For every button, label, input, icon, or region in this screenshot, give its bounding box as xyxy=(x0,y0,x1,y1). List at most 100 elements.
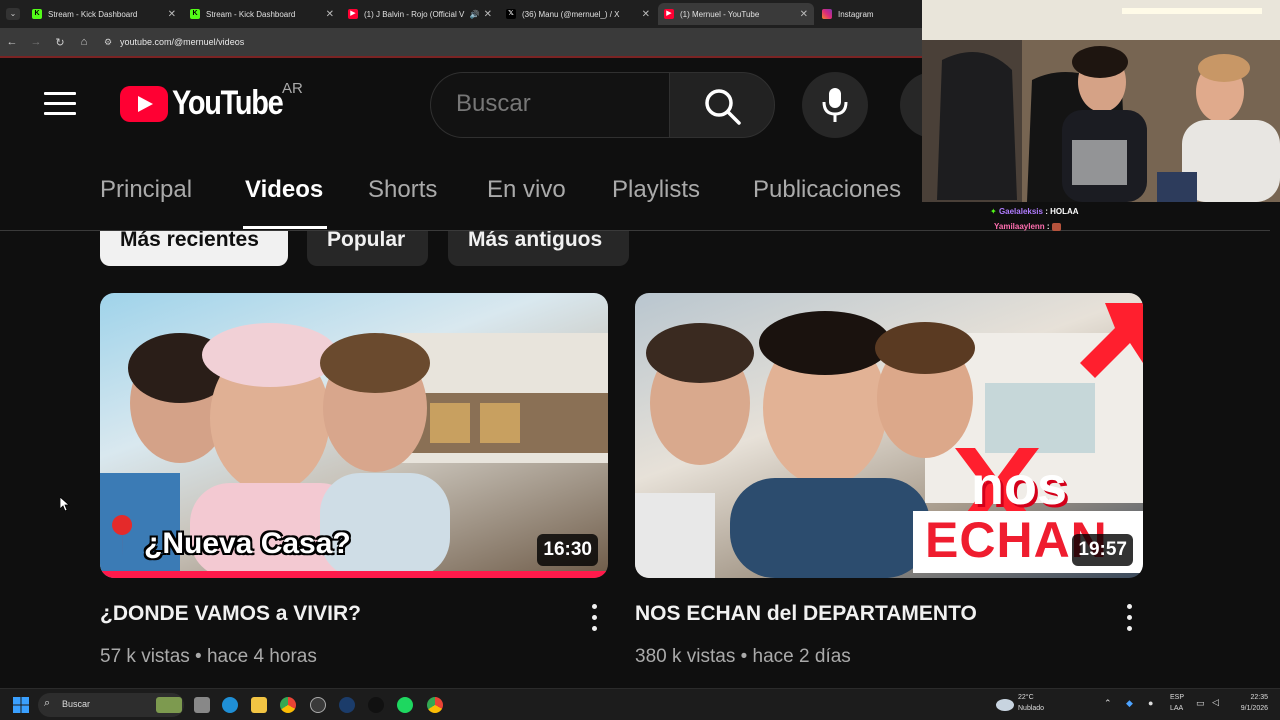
edge-icon[interactable] xyxy=(222,697,238,713)
close-tab-icon[interactable]: ✕ xyxy=(642,9,650,20)
video-title[interactable]: ¿DONDE VAMOS a VIVIR? xyxy=(100,602,361,626)
thumbnail-caption: ¿Nueva Casa? xyxy=(144,527,351,560)
tiktok-icon[interactable] xyxy=(368,697,384,713)
meta-separator: • xyxy=(740,646,753,667)
voice-search-button[interactable] xyxy=(802,72,868,138)
video-duration: 19:57 xyxy=(1072,534,1133,566)
keyboard-layout[interactable]: LAA xyxy=(1170,705,1183,712)
view-count: 380 k vistas xyxy=(635,646,736,667)
upload-age: hace 4 horas xyxy=(206,646,317,667)
search-icon xyxy=(705,89,741,125)
tab-title: Stream - Kick Dashboard xyxy=(48,9,138,19)
close-tab-icon[interactable]: ✕ xyxy=(800,9,808,20)
upload-age: hace 2 días xyxy=(752,646,851,667)
browser-tab-kick-2[interactable]: K Stream - Kick Dashboard ✕ xyxy=(184,3,340,25)
taskbar: ⌕ Buscar 22°C Nublado ⌃ ◆ ● ESP LAA ▭ ◁ … xyxy=(0,688,1280,720)
microphone-tray-icon[interactable]: ● xyxy=(1148,698,1153,708)
video-metadata: 57 k vistas • hace 4 horas xyxy=(100,646,317,668)
instagram-icon xyxy=(822,9,832,19)
video-duration: 16:30 xyxy=(537,534,598,566)
chip-popular[interactable]: Popular xyxy=(307,231,428,266)
taskbar-search-label[interactable]: Buscar xyxy=(62,699,90,709)
video-metadata: 380 k vistas • hace 2 días xyxy=(635,646,851,668)
tab-title: Stream - Kick Dashboard xyxy=(206,9,296,19)
country-code: AR xyxy=(282,80,303,97)
browser-tab-instagram[interactable]: Instagram xyxy=(816,3,922,25)
clock-date[interactable]: 9/1/2026 xyxy=(1228,705,1268,712)
close-tab-icon[interactable]: ✕ xyxy=(168,9,176,20)
browser-tab-jbalvin[interactable]: ▶ (1) J Balvin - Rojo (Official V 🔊 ✕ xyxy=(342,3,498,25)
task-view-icon[interactable] xyxy=(194,697,210,713)
chrome-icon[interactable] xyxy=(280,697,296,713)
steam-icon[interactable] xyxy=(339,697,355,713)
browser-tab-mernuel[interactable]: ▶ (1) Mernuel - YouTube ✕ xyxy=(658,3,814,25)
emote-icon xyxy=(1051,222,1061,231)
youtube-wordmark[interactable]: YouTube xyxy=(172,84,284,123)
chip-mas-recientes[interactable]: Más recientes xyxy=(100,231,288,266)
x-icon: 𝕏 xyxy=(506,9,516,19)
file-explorer-icon[interactable] xyxy=(251,697,267,713)
tab-videos[interactable]: Videos xyxy=(245,176,323,204)
active-tab-indicator xyxy=(243,226,327,229)
kick-icon: K xyxy=(190,9,200,19)
chat-message: Yamilaaylenn : xyxy=(990,219,1079,234)
wifi-icon[interactable]: ▭ xyxy=(1196,698,1205,709)
browser-toolbar: ← → ↻ ⌂ ⚙ youtube.com/@mernuel/videos xyxy=(0,28,922,56)
close-tab-icon[interactable]: ✕ xyxy=(484,9,492,20)
close-tab-icon[interactable]: ✕ xyxy=(326,9,334,20)
video-title[interactable]: NOS ECHAN del DEPARTAMENTO xyxy=(635,602,977,626)
microphone-icon xyxy=(822,88,848,122)
browser-tab-kick-1[interactable]: K Stream - Kick Dashboard ✕ xyxy=(26,3,182,25)
search-button[interactable] xyxy=(669,72,775,138)
url-bar[interactable]: youtube.com/@mernuel/videos xyxy=(120,37,244,47)
chat-username: Yamilaaylenn xyxy=(994,222,1045,231)
more-options-icon[interactable] xyxy=(1127,604,1133,637)
toolbar-divider xyxy=(0,56,922,58)
youtube-icon: ▶ xyxy=(664,9,674,19)
chip-mas-antiguos[interactable]: Más antiguos xyxy=(448,231,629,266)
view-count: 57 k vistas xyxy=(100,646,190,667)
site-info-icon[interactable]: ⚙ xyxy=(96,37,120,48)
menu-icon[interactable] xyxy=(44,92,76,116)
forward-icon[interactable]: → xyxy=(24,36,48,48)
spotify-icon[interactable] xyxy=(397,697,413,713)
webcam-feed xyxy=(922,0,1280,202)
video-thumbnail[interactable]: ¿Nueva Casa? 16:30 xyxy=(100,293,608,578)
volume-icon[interactable]: ◁ xyxy=(1212,697,1219,708)
thumbnail-caption: nos xyxy=(971,456,1068,516)
tab-title: (36) Manu (@mernuel_) / X xyxy=(522,9,620,19)
chrome-profile-icon[interactable] xyxy=(427,697,443,713)
reload-icon[interactable]: ↻ xyxy=(48,36,72,49)
video-thumbnail[interactable]: nos ECHAN 19:57 xyxy=(635,293,1143,578)
badge-icon: ✦ xyxy=(990,207,997,216)
obs-icon[interactable] xyxy=(310,697,326,713)
chat-message: ✦ Gaelaleksis : HOLAA xyxy=(990,207,1079,216)
youtube-logo-icon[interactable] xyxy=(120,86,168,122)
tab-title: Instagram xyxy=(838,9,874,19)
tab-title: (1) J Balvin - Rojo (Official V xyxy=(364,9,465,19)
browser-tab-x[interactable]: 𝕏 (36) Manu (@mernuel_) / X ✕ xyxy=(500,3,656,25)
kick-icon: K xyxy=(32,9,42,19)
windows-start-icon[interactable] xyxy=(13,697,29,713)
home-icon[interactable]: ⌂ xyxy=(72,36,96,48)
clock-time[interactable]: 22:35 xyxy=(1234,694,1268,701)
more-options-icon[interactable] xyxy=(592,604,598,637)
back-icon[interactable]: ← xyxy=(0,36,24,48)
search-input[interactable]: Buscar xyxy=(456,90,531,118)
tray-chevron-icon[interactable]: ⌃ xyxy=(1104,698,1112,709)
language-code[interactable]: ESP xyxy=(1170,694,1184,701)
tab-principal[interactable]: Principal xyxy=(100,176,192,204)
tab-search-chevron-icon[interactable]: ⌄ xyxy=(6,8,20,20)
weather-cloud-icon[interactable] xyxy=(996,699,1014,711)
tab-publicaciones[interactable]: Publicaciones xyxy=(753,176,901,204)
chat-text: HOLAA xyxy=(1050,207,1079,216)
tab-playlists[interactable]: Playlists xyxy=(612,176,700,204)
filter-chips: Más recientes Popular Más antiguos xyxy=(0,231,1280,291)
network-app-icon[interactable]: ◆ xyxy=(1126,698,1133,709)
webcam-overlay xyxy=(922,0,1280,202)
tab-en-vivo[interactable]: En vivo xyxy=(487,176,566,204)
tab-shorts[interactable]: Shorts xyxy=(368,176,437,204)
chat-username: Gaelaleksis xyxy=(998,207,1043,216)
speaker-icon[interactable]: 🔊 xyxy=(470,10,480,19)
stream-chat: ✦ Gaelaleksis : HOLAA Yamilaaylenn : xyxy=(990,204,1079,234)
